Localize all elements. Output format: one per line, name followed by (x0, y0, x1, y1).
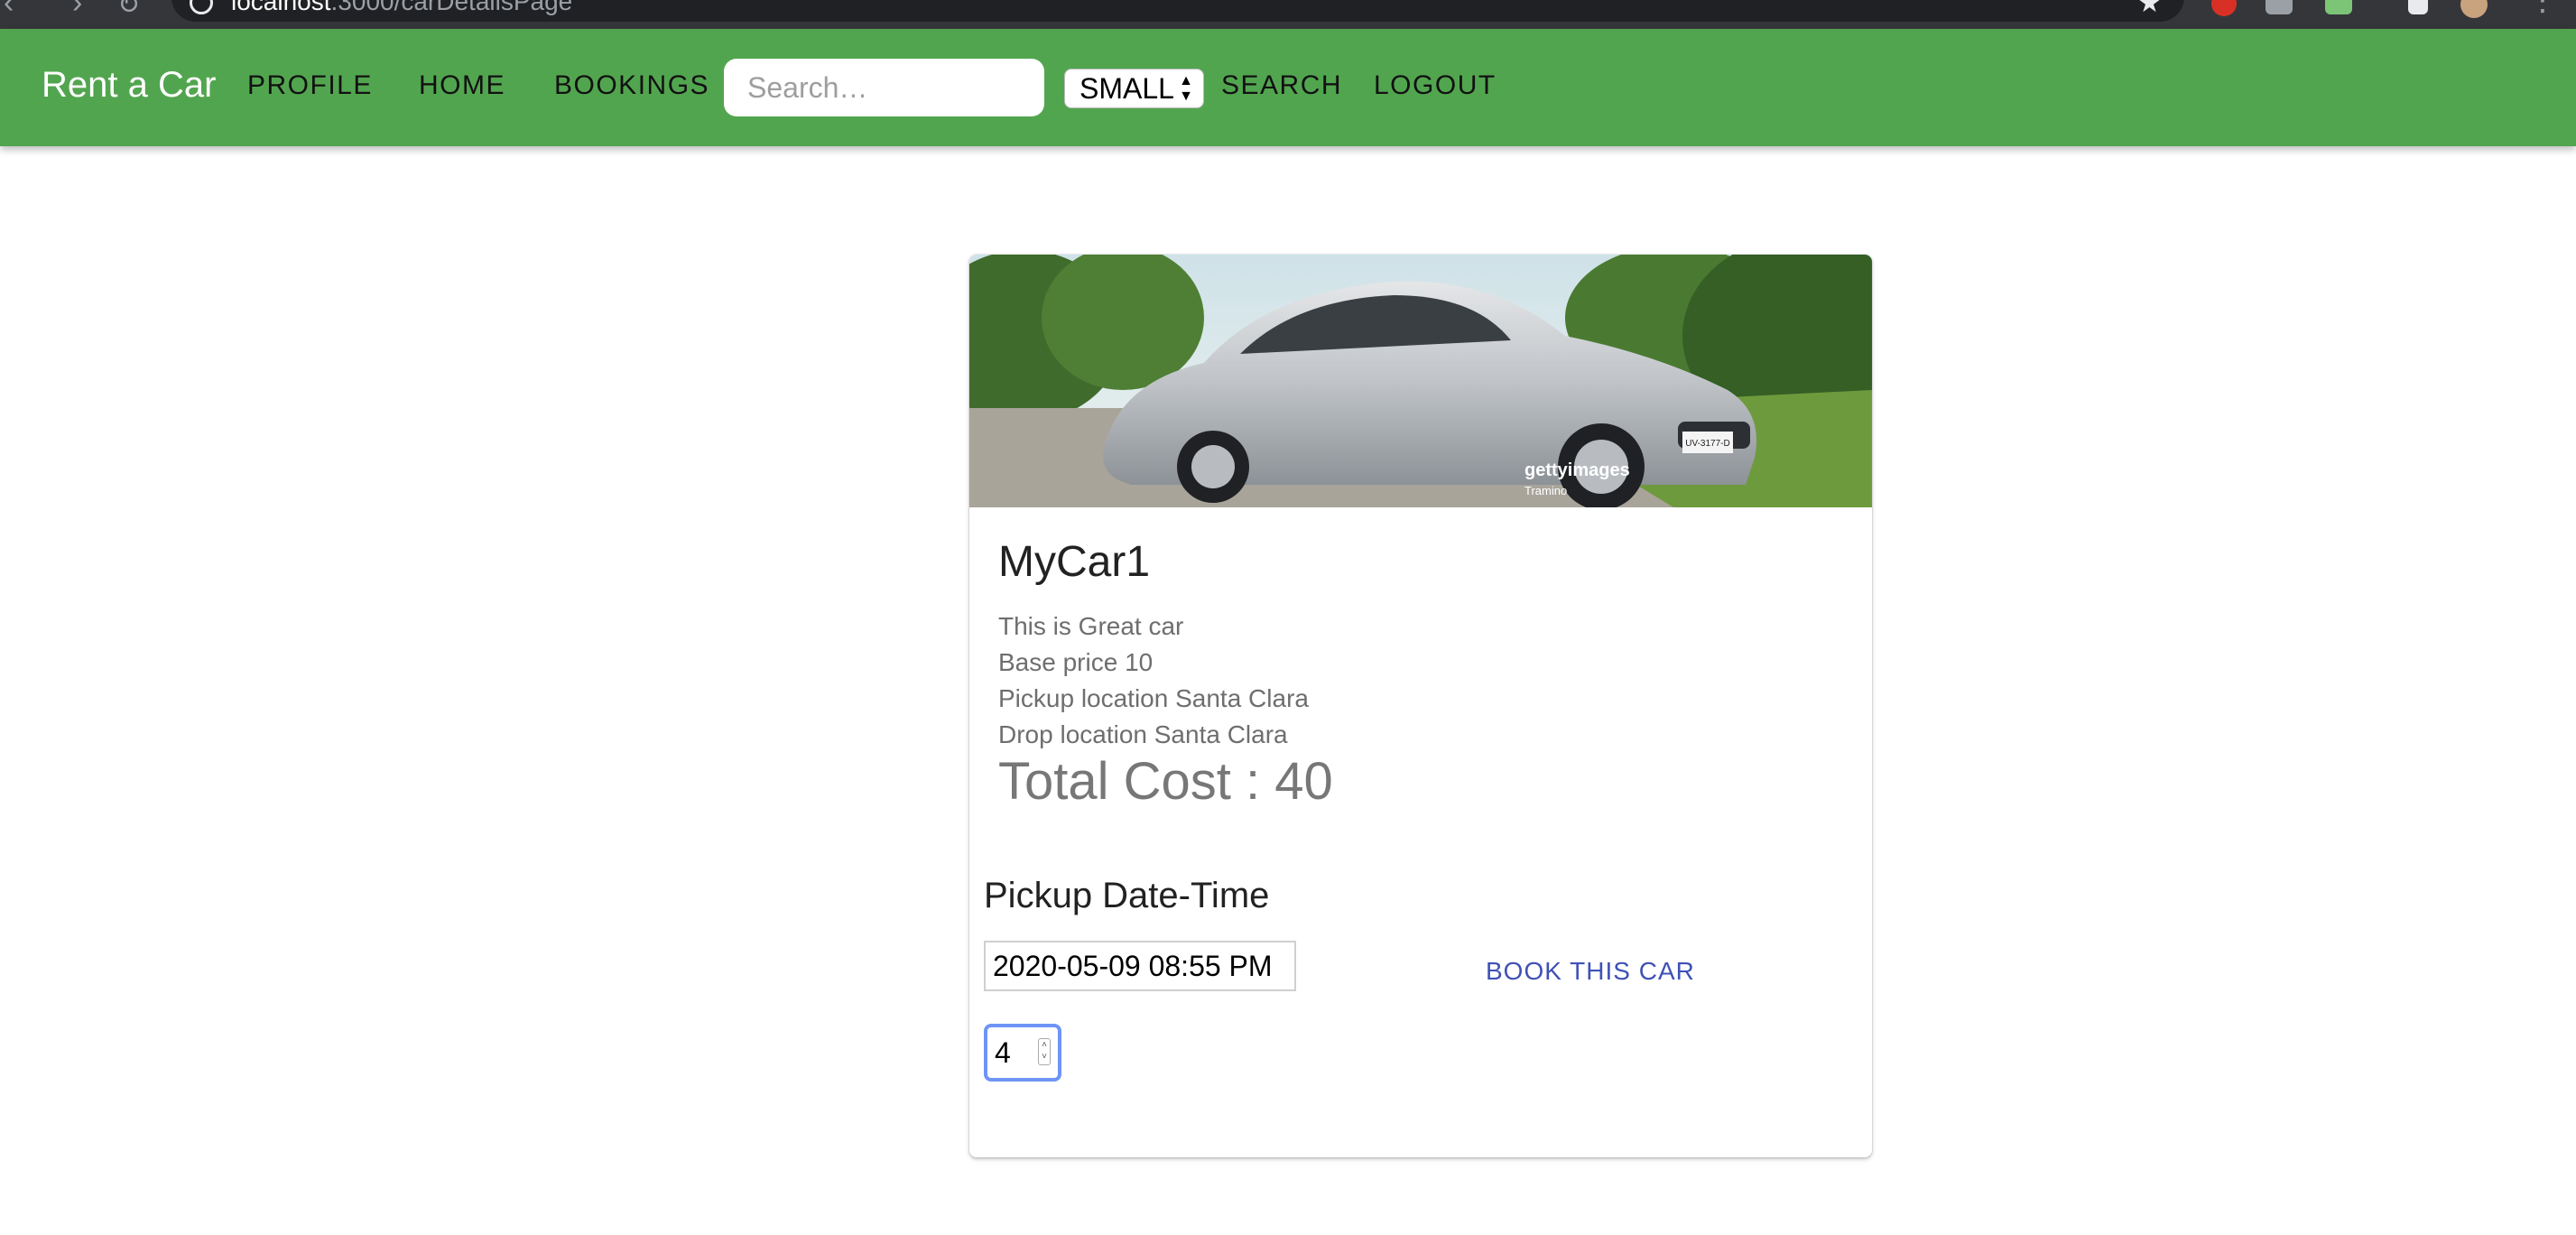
forward-icon[interactable]: › (72, 0, 82, 21)
stepper-arrows-icon[interactable]: ˄ ˅ (1038, 1038, 1051, 1065)
pickup-location: Pickup location Santa Clara (998, 684, 1309, 712)
drop-location: Drop location Santa Clara (998, 720, 1288, 748)
rental-days-value: 4 (995, 1035, 1011, 1069)
book-car-button[interactable]: BOOK THIS CAR (1486, 957, 1695, 986)
extension-icon-green[interactable] (2325, 0, 2352, 14)
getty-watermark: gettyimages (1524, 460, 1630, 480)
rental-days-stepper[interactable]: 4 ˄ ˅ (984, 1024, 1061, 1082)
bookmark-star-icon[interactable]: ★ (2137, 0, 2162, 19)
profile-avatar-icon[interactable] (2460, 0, 2488, 18)
home-button[interactable]: HOME (419, 70, 505, 101)
search-button[interactable]: SEARCH (1221, 70, 1342, 101)
car-description: This is Great car (998, 612, 1184, 640)
search-input[interactable] (746, 70, 1023, 106)
pickup-datetime-field[interactable] (984, 941, 1296, 991)
extension-icon-red[interactable] (2211, 0, 2237, 16)
car-title: MyCar1 (998, 538, 1151, 586)
car-size-value: SMALL (1080, 71, 1174, 105)
media-control-icon[interactable] (2408, 0, 2428, 14)
pickup-datetime-input[interactable] (991, 948, 1294, 984)
browser-toolbar: ‹ › ↻ localhost:3000/carDetailsPage ★ ⋮ (0, 0, 2576, 29)
profile-button[interactable]: PROFILE (247, 70, 373, 101)
menu-kebab-icon[interactable]: ⋮ (2527, 0, 2558, 18)
car-size-select[interactable]: SMALL ▲ ▼ (1064, 69, 1204, 108)
back-icon[interactable]: ‹ (4, 0, 14, 21)
logout-button[interactable]: LOGOUT (1374, 70, 1496, 101)
search-field[interactable] (724, 59, 1044, 116)
app-bar: Rent a Car PROFILE HOME BOOKINGS SMALL ▲… (0, 29, 2576, 146)
total-cost: Total Cost : 40 (998, 752, 1333, 811)
select-arrows-icon: ▲ ▼ (1179, 73, 1193, 104)
url-host: localhost (231, 0, 331, 15)
car-details-card: UV-3177-D gettyimages Tramino MyCar1 Thi… (969, 255, 1872, 1157)
url-path: :3000/carDetailsPage (330, 0, 573, 15)
bookings-button[interactable]: BOOKINGS (554, 70, 709, 101)
car-image: UV-3177-D gettyimages Tramino (969, 255, 1872, 507)
address-bar-url[interactable]: localhost:3000/carDetailsPage (231, 0, 572, 16)
reload-icon[interactable]: ↻ (117, 0, 140, 21)
pickup-datetime-label: Pickup Date-Time (984, 876, 1270, 915)
extension-icon-gray[interactable] (2266, 0, 2293, 14)
base-price: Base price 10 (998, 648, 1154, 676)
image-credit: Tramino (1524, 484, 1567, 497)
brand-title[interactable]: Rent a Car (42, 65, 216, 106)
license-plate: UV-3177-D (1685, 439, 1729, 449)
